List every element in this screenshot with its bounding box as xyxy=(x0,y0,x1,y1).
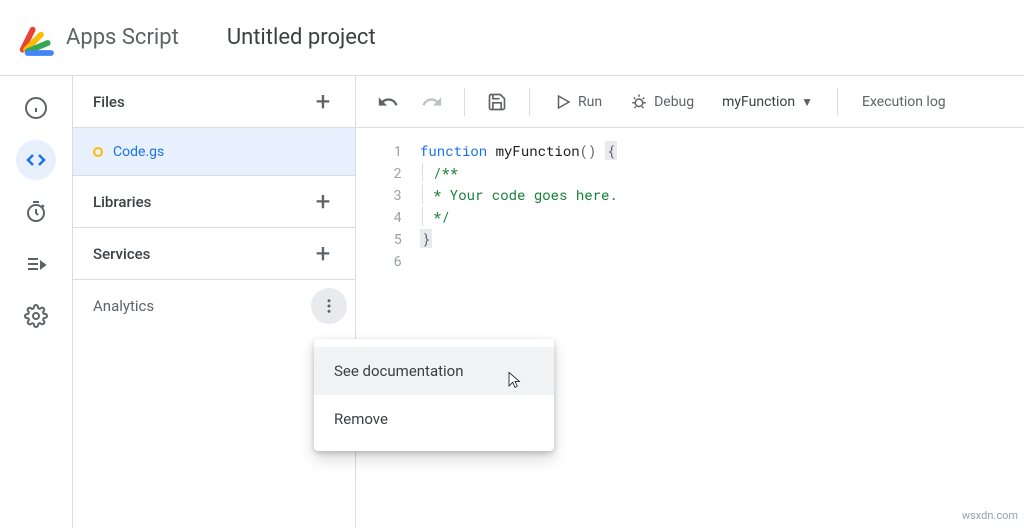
more-vert-icon xyxy=(320,297,338,315)
debug-button[interactable]: Debug xyxy=(620,84,704,120)
services-section: Services + xyxy=(73,228,355,280)
files-section: Files + xyxy=(73,76,355,128)
redo-button[interactable] xyxy=(414,84,450,120)
context-menu: See documentation Remove xyxy=(314,339,554,451)
service-item: Analytics xyxy=(73,280,355,332)
file-item[interactable]: Code.gs xyxy=(73,128,355,176)
info-icon[interactable] xyxy=(16,88,56,128)
code-lines: function myFunction() { /** * Your code … xyxy=(420,140,1024,528)
execution-log-button[interactable]: Execution log xyxy=(852,84,956,120)
line-num: 1 xyxy=(356,140,402,162)
service-name: Analytics xyxy=(93,297,154,315)
file-status-dot-icon xyxy=(93,147,103,157)
line-num: 2 xyxy=(356,162,402,184)
header: Apps Script Untitled project xyxy=(0,0,1024,76)
add-service-button[interactable]: + xyxy=(305,236,341,272)
line-num: 6 xyxy=(356,250,402,272)
dropdown-caret-icon: ▼ xyxy=(801,95,813,109)
remove-item[interactable]: Remove xyxy=(314,395,554,443)
function-selector[interactable]: myFunction ▼ xyxy=(712,94,823,110)
run-label: Run xyxy=(578,94,602,110)
code-line: /** xyxy=(420,162,1024,184)
more-options-button[interactable] xyxy=(311,288,347,324)
code-line: * Your code goes here. xyxy=(420,184,1024,206)
toolbar-separator xyxy=(837,88,838,116)
libraries-label: Libraries xyxy=(93,193,151,211)
debug-label: Debug xyxy=(654,94,694,110)
file-name: Code.gs xyxy=(113,144,164,160)
line-num: 4 xyxy=(356,206,402,228)
see-documentation-item[interactable]: See documentation xyxy=(314,347,554,395)
undo-button[interactable] xyxy=(370,84,406,120)
code-line xyxy=(420,250,1024,272)
line-num: 5 xyxy=(356,228,402,250)
editor-icon[interactable] xyxy=(16,140,56,180)
toolbar: Run Debug myFunction ▼ Execution log xyxy=(356,76,1024,128)
code-line: } xyxy=(420,228,1024,250)
apps-script-logo xyxy=(16,18,56,58)
code-line: */ xyxy=(420,206,1024,228)
executions-icon[interactable] xyxy=(16,244,56,284)
function-name: myFunction xyxy=(722,94,795,110)
toolbar-separator xyxy=(464,88,465,116)
save-button[interactable] xyxy=(479,84,515,120)
play-icon xyxy=(554,93,572,111)
cursor-icon xyxy=(506,371,524,389)
add-library-button[interactable]: + xyxy=(305,184,341,220)
editor-area: Run Debug myFunction ▼ Execution log 1 2… xyxy=(356,76,1024,528)
line-gutter: 1 2 3 4 5 6 xyxy=(356,140,420,528)
line-num: 3 xyxy=(356,184,402,206)
sidebar: Files + Code.gs Libraries + Services + A… xyxy=(72,76,356,528)
body: Files + Code.gs Libraries + Services + A… xyxy=(0,76,1024,528)
project-title[interactable]: Untitled project xyxy=(227,25,376,50)
code-line: function myFunction() { xyxy=(420,140,1024,162)
toolbar-separator xyxy=(529,88,530,116)
libraries-section: Libraries + xyxy=(73,176,355,228)
settings-icon[interactable] xyxy=(16,296,56,336)
watermark: wsxdn.com xyxy=(962,509,1018,522)
app-name: Apps Script xyxy=(66,25,179,50)
debug-icon xyxy=(630,93,648,111)
code-editor[interactable]: 1 2 3 4 5 6 function myFunction() { /** … xyxy=(356,128,1024,528)
triggers-icon[interactable] xyxy=(16,192,56,232)
run-button[interactable]: Run xyxy=(544,84,612,120)
execution-log-label: Execution log xyxy=(862,94,946,110)
services-label: Services xyxy=(93,245,150,263)
add-file-button[interactable]: + xyxy=(305,84,341,120)
files-label: Files xyxy=(93,93,125,111)
left-rail xyxy=(0,76,72,528)
